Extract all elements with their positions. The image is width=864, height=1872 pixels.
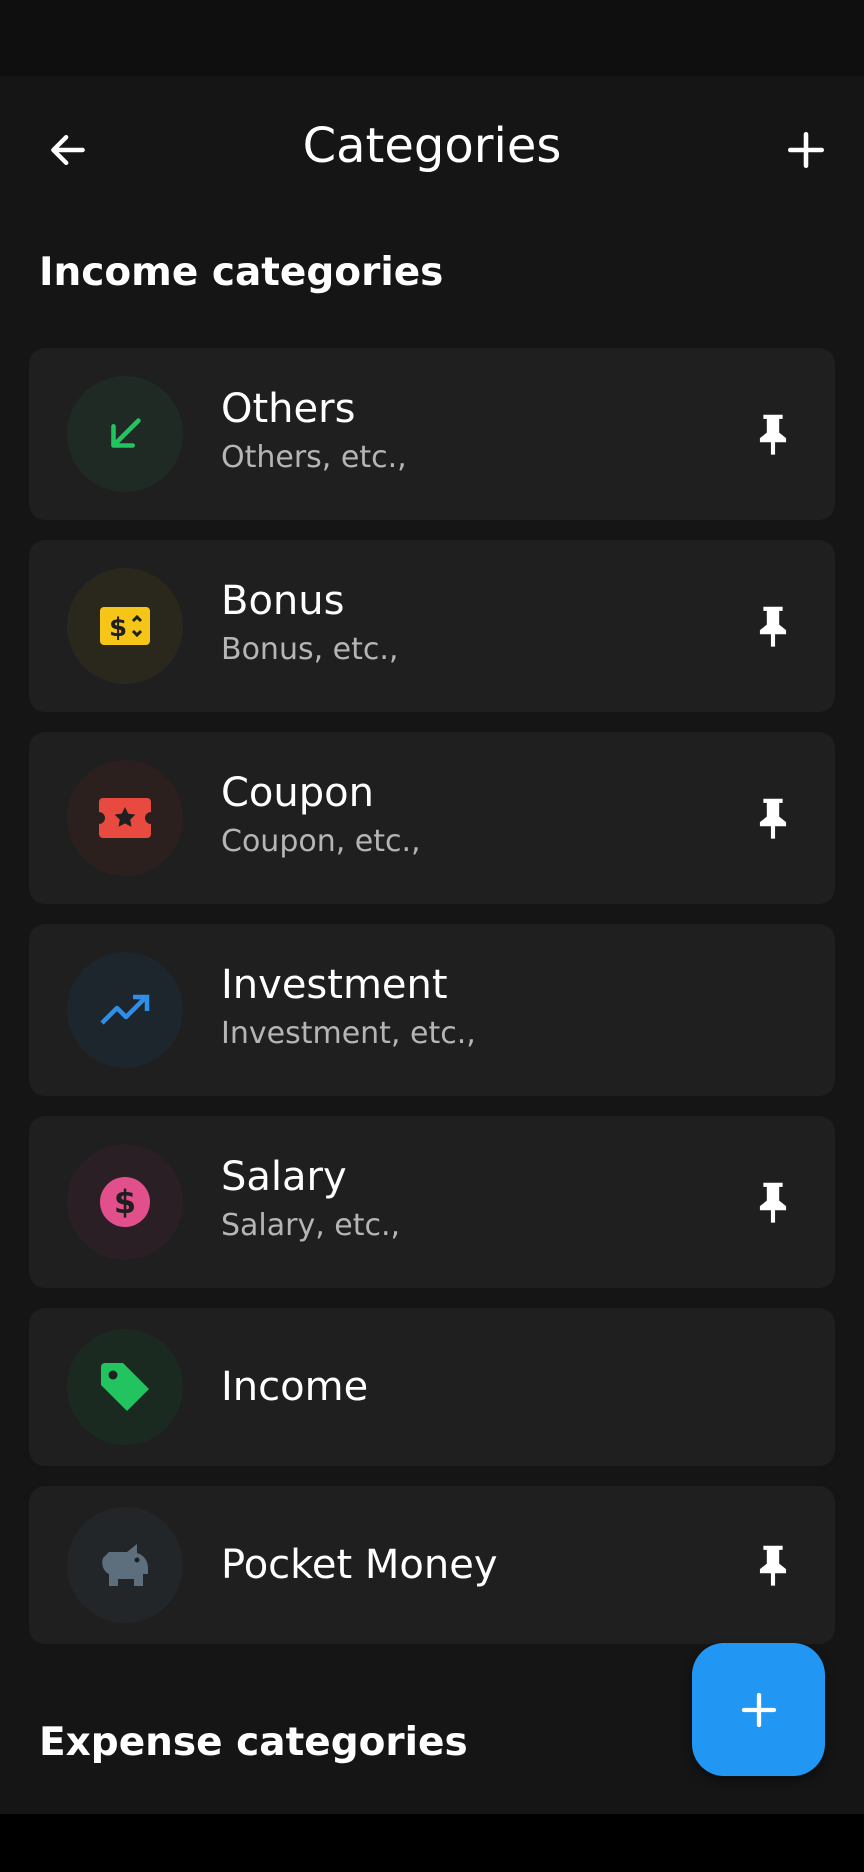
app-bar: Categories (0, 76, 864, 212)
category-name: Coupon (221, 770, 374, 816)
plus-icon (741, 1692, 776, 1727)
dollar-circle-icon: $ (100, 1177, 150, 1227)
piggy-bank-icon (102, 1544, 148, 1586)
category-icon-circle (67, 760, 183, 876)
category-card-salary[interactable]: $ Salary Salary, etc., (29, 1116, 835, 1288)
category-description: Bonus, etc., (221, 632, 399, 667)
pin-icon[interactable] (749, 1178, 797, 1226)
category-card-bonus[interactable]: $ Bonus Bonus, etc., (29, 540, 835, 712)
ticket-star-icon (99, 798, 151, 838)
floating-add-button[interactable] (692, 1643, 825, 1776)
pin-icon[interactable] (749, 410, 797, 458)
category-description: Coupon, etc., (221, 824, 421, 859)
category-description: Salary, etc., (221, 1208, 401, 1243)
income-section-title: Income categories (39, 250, 444, 295)
category-name: Others (221, 386, 356, 432)
money-bill-icon: $ (100, 607, 150, 645)
category-description: Investment, etc., (221, 1016, 476, 1051)
category-name: Income (221, 1364, 369, 1410)
svg-text:$: $ (109, 613, 127, 643)
category-name: Salary (221, 1154, 347, 1200)
category-card-others[interactable]: Others Others, etc., (29, 348, 835, 520)
pin-icon[interactable] (749, 1541, 797, 1589)
system-navigation-bar (0, 1814, 864, 1872)
tag-icon (101, 1363, 149, 1411)
category-card-pocket-money[interactable]: Pocket Money (29, 1486, 835, 1644)
category-description: Others, etc., (221, 440, 407, 475)
category-icon-circle (67, 952, 183, 1068)
category-name: Pocket Money (221, 1542, 498, 1588)
category-card-investment[interactable]: Investment Investment, etc., (29, 924, 835, 1096)
category-card-income[interactable]: Income (29, 1308, 835, 1466)
category-name: Investment (221, 962, 448, 1008)
add-category-button[interactable] (774, 118, 838, 182)
pin-icon[interactable] (749, 602, 797, 650)
category-icon-circle: $ (67, 568, 183, 684)
trending-up-icon (100, 994, 150, 1025)
category-icon-circle (67, 1507, 183, 1623)
category-card-coupon[interactable]: Coupon Coupon, etc., (29, 732, 835, 904)
category-icon-circle (67, 1329, 183, 1445)
arrow-down-left-icon (111, 418, 141, 448)
category-icon-circle: $ (67, 1144, 183, 1260)
plus-icon (787, 131, 825, 169)
category-name: Bonus (221, 578, 345, 624)
status-bar (0, 0, 864, 76)
expense-section-title: Expense categories (39, 1720, 468, 1765)
page-title: Categories (302, 118, 562, 174)
pin-icon[interactable] (749, 794, 797, 842)
category-icon-circle (67, 376, 183, 492)
svg-text:$: $ (114, 1183, 136, 1221)
